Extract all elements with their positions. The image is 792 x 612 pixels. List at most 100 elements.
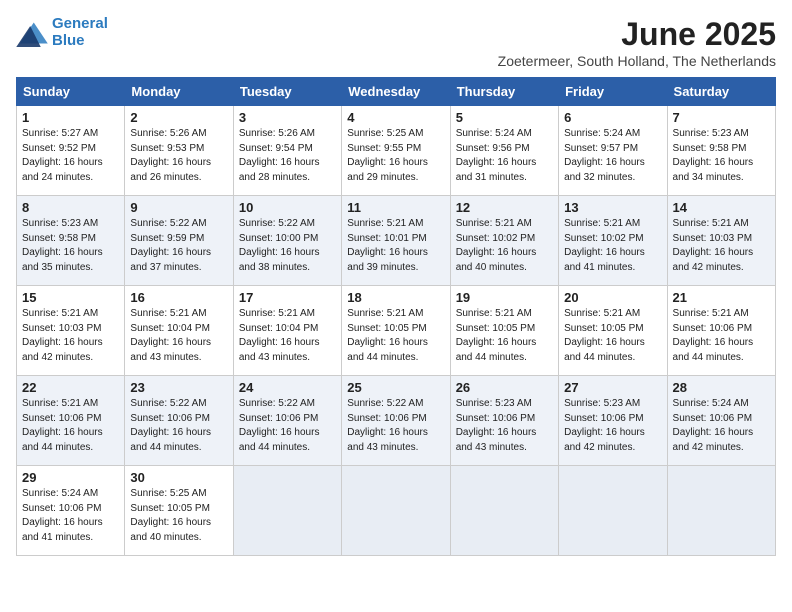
- logo-icon: [16, 19, 48, 47]
- day-number: 18: [347, 290, 444, 305]
- table-row: 6 Sunrise: 5:24 AMSunset: 9:57 PMDaylight…: [559, 106, 667, 196]
- logo-line2: Blue: [52, 32, 85, 49]
- day-info: Sunrise: 5:21 AMSunset: 10:02 PMDaylight…: [564, 218, 645, 273]
- day-number: 20: [564, 290, 661, 305]
- day-info: Sunrise: 5:21 AMSunset: 10:01 PMDaylight…: [347, 218, 428, 273]
- day-info: Sunrise: 5:26 AMSunset: 9:54 PMDaylight:…: [239, 128, 320, 183]
- day-number: 8: [22, 200, 119, 215]
- day-info: Sunrise: 5:21 AMSunset: 10:04 PMDaylight…: [239, 308, 320, 363]
- table-row: 1Sunrise: 5:27 AMSunset: 9:52 PMDaylight…: [17, 106, 125, 196]
- day-info: Sunrise: 5:21 AMSunset: 10:04 PMDaylight…: [130, 308, 211, 363]
- header-saturday: Saturday: [667, 78, 775, 106]
- table-row: 7 Sunrise: 5:23 AMSunset: 9:58 PMDaylight…: [667, 106, 775, 196]
- day-number: 29: [22, 470, 119, 485]
- table-row: 22Sunrise: 5:21 AMSunset: 10:06 PMDaylig…: [17, 376, 125, 466]
- day-info: Sunrise: 5:26 AMSunset: 9:53 PMDaylight:…: [130, 128, 211, 183]
- table-row: 11Sunrise: 5:21 AMSunset: 10:01 PMDaylig…: [342, 196, 450, 286]
- header-sunday: Sunday: [17, 78, 125, 106]
- month-title: June 2025: [498, 16, 776, 53]
- calendar-table: Sunday Monday Tuesday Wednesday Thursday…: [16, 77, 776, 556]
- title-area: June 2025 Zoetermeer, South Holland, The…: [498, 16, 776, 69]
- day-info: Sunrise: 5:25 AMSunset: 9:55 PMDaylight:…: [347, 128, 428, 183]
- day-info: Sunrise: 5:24 AMSunset: 9:57 PMDaylight:…: [564, 128, 645, 183]
- day-info: Sunrise: 5:23 AMSunset: 9:58 PMDaylight:…: [673, 128, 754, 183]
- day-number: 2: [130, 110, 227, 125]
- header-tuesday: Tuesday: [233, 78, 341, 106]
- header-monday: Monday: [125, 78, 233, 106]
- day-info: Sunrise: 5:22 AMSunset: 10:06 PMDaylight…: [347, 398, 428, 453]
- day-info: Sunrise: 5:27 AMSunset: 9:52 PMDaylight:…: [22, 128, 103, 183]
- day-number: 24: [239, 380, 336, 395]
- calendar-week-row: 15 Sunrise: 5:21 AMSunset: 10:03 PMDaylig…: [17, 286, 776, 376]
- day-number: 7: [673, 110, 770, 125]
- day-number: 19: [456, 290, 553, 305]
- day-number: 23: [130, 380, 227, 395]
- table-row: [342, 466, 450, 556]
- day-number: 21: [673, 290, 770, 305]
- table-row: [559, 466, 667, 556]
- calendar-week-row: 22Sunrise: 5:21 AMSunset: 10:06 PMDaylig…: [17, 376, 776, 466]
- day-info: Sunrise: 5:21 AMSunset: 10:05 PMDaylight…: [456, 308, 537, 363]
- table-row: 14 Sunrise: 5:21 AMSunset: 10:03 PMDaylig…: [667, 196, 775, 286]
- day-info: Sunrise: 5:23 AMSunset: 10:06 PMDaylight…: [564, 398, 645, 453]
- logo-text: General Blue: [52, 16, 108, 49]
- weekday-header-row: Sunday Monday Tuesday Wednesday Thursday…: [17, 78, 776, 106]
- day-number: 5: [456, 110, 553, 125]
- day-info: Sunrise: 5:21 AMSunset: 10:03 PMDaylight…: [22, 308, 103, 363]
- table-row: 19 Sunrise: 5:21 AMSunset: 10:05 PMDaylig…: [450, 286, 558, 376]
- header-friday: Friday: [559, 78, 667, 106]
- table-row: 12Sunrise: 5:21 AMSunset: 10:02 PMDaylig…: [450, 196, 558, 286]
- day-info: Sunrise: 5:22 AMSunset: 10:06 PMDaylight…: [130, 398, 211, 453]
- header-wednesday: Wednesday: [342, 78, 450, 106]
- day-info: Sunrise: 5:25 AMSunset: 10:05 PMDaylight…: [130, 488, 211, 543]
- table-row: 21 Sunrise: 5:21 AMSunset: 10:06 PMDaylig…: [667, 286, 775, 376]
- table-row: 9Sunrise: 5:22 AMSunset: 9:59 PMDaylight…: [125, 196, 233, 286]
- day-info: Sunrise: 5:24 AMSunset: 10:06 PMDaylight…: [673, 398, 754, 453]
- day-info: Sunrise: 5:23 AMSunset: 10:06 PMDaylight…: [456, 398, 537, 453]
- day-number: 27: [564, 380, 661, 395]
- table-row: 8Sunrise: 5:23 AMSunset: 9:58 PMDaylight…: [17, 196, 125, 286]
- day-info: Sunrise: 5:21 AMSunset: 10:03 PMDaylight…: [673, 218, 754, 273]
- header-thursday: Thursday: [450, 78, 558, 106]
- page-header: General Blue June 2025 Zoetermeer, South…: [16, 16, 776, 69]
- day-number: 17: [239, 290, 336, 305]
- calendar-week-row: 29Sunrise: 5:24 AMSunset: 10:06 PMDaylig…: [17, 466, 776, 556]
- table-row: 27 Sunrise: 5:23 AMSunset: 10:06 PMDaylig…: [559, 376, 667, 466]
- day-info: Sunrise: 5:21 AMSunset: 10:05 PMDaylight…: [564, 308, 645, 363]
- table-row: [667, 466, 775, 556]
- table-row: 24 Sunrise: 5:22 AMSunset: 10:06 PMDaylig…: [233, 376, 341, 466]
- day-info: Sunrise: 5:22 AMSunset: 10:06 PMDaylight…: [239, 398, 320, 453]
- day-number: 16: [130, 290, 227, 305]
- day-number: 14: [673, 200, 770, 215]
- table-row: 20 Sunrise: 5:21 AMSunset: 10:05 PMDaylig…: [559, 286, 667, 376]
- table-row: 2 Sunrise: 5:26 AMSunset: 9:53 PMDaylight…: [125, 106, 233, 196]
- day-number: 28: [673, 380, 770, 395]
- day-info: Sunrise: 5:24 AMSunset: 9:56 PMDaylight:…: [456, 128, 537, 183]
- day-number: 15: [22, 290, 119, 305]
- day-number: 6: [564, 110, 661, 125]
- day-number: 26: [456, 380, 553, 395]
- day-number: 9: [130, 200, 227, 215]
- day-info: Sunrise: 5:22 AMSunset: 10:00 PMDaylight…: [239, 218, 320, 273]
- location: Zoetermeer, South Holland, The Netherlan…: [498, 53, 776, 69]
- table-row: 17 Sunrise: 5:21 AMSunset: 10:04 PMDaylig…: [233, 286, 341, 376]
- day-info: Sunrise: 5:21 AMSunset: 10:02 PMDaylight…: [456, 218, 537, 273]
- day-number: 30: [130, 470, 227, 485]
- table-row: 26 Sunrise: 5:23 AMSunset: 10:06 PMDaylig…: [450, 376, 558, 466]
- table-row: 15 Sunrise: 5:21 AMSunset: 10:03 PMDaylig…: [17, 286, 125, 376]
- calendar-week-row: 8Sunrise: 5:23 AMSunset: 9:58 PMDaylight…: [17, 196, 776, 286]
- table-row: 28 Sunrise: 5:24 AMSunset: 10:06 PMDaylig…: [667, 376, 775, 466]
- table-row: 29Sunrise: 5:24 AMSunset: 10:06 PMDaylig…: [17, 466, 125, 556]
- table-row: 13Sunrise: 5:21 AMSunset: 10:02 PMDaylig…: [559, 196, 667, 286]
- day-number: 3: [239, 110, 336, 125]
- day-number: 4: [347, 110, 444, 125]
- table-row: 3 Sunrise: 5:26 AMSunset: 9:54 PMDaylight…: [233, 106, 341, 196]
- table-row: 18Sunrise: 5:21 AMSunset: 10:05 PMDaylig…: [342, 286, 450, 376]
- table-row: 10 Sunrise: 5:22 AMSunset: 10:00 PMDaylig…: [233, 196, 341, 286]
- table-row: 5 Sunrise: 5:24 AMSunset: 9:56 PMDaylight…: [450, 106, 558, 196]
- day-number: 10: [239, 200, 336, 215]
- day-info: Sunrise: 5:21 AMSunset: 10:06 PMDaylight…: [673, 308, 754, 363]
- table-row: [450, 466, 558, 556]
- day-number: 25: [347, 380, 444, 395]
- table-row: 23 Sunrise: 5:22 AMSunset: 10:06 PMDaylig…: [125, 376, 233, 466]
